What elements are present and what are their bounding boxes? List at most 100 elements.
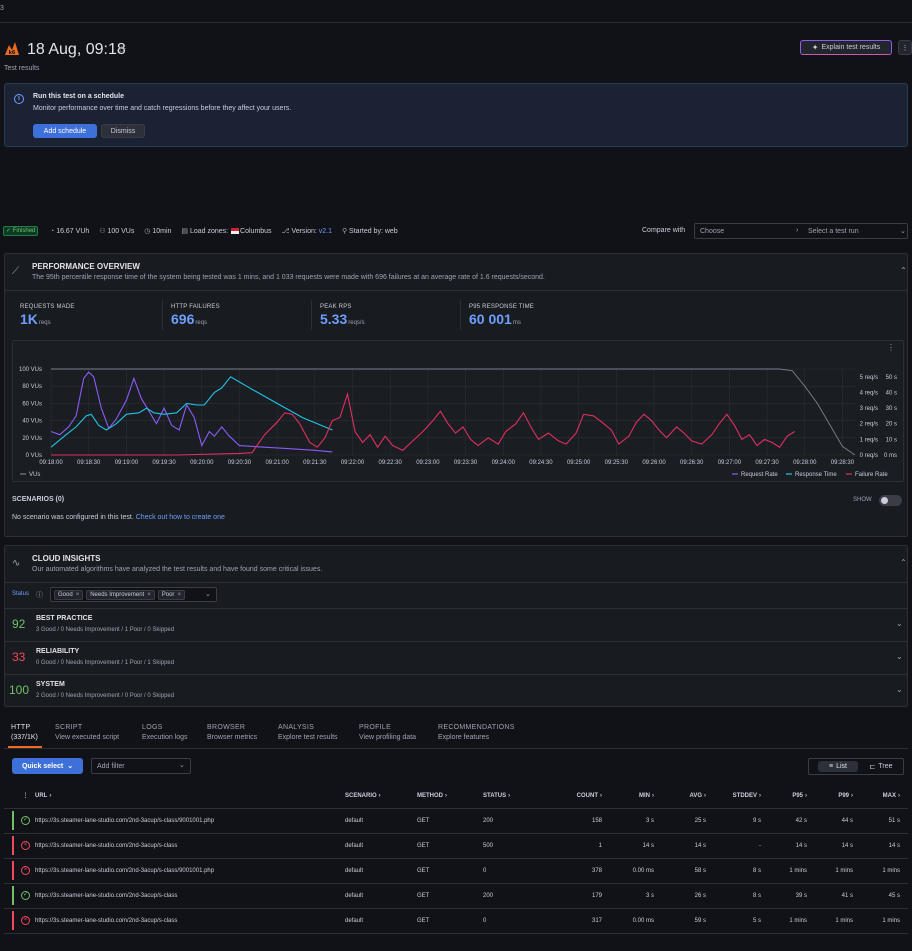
cell-p95: 39 s xyxy=(769,883,815,909)
tab-http[interactable]: HTTP (337/1K) xyxy=(11,724,38,741)
column-header-max[interactable]: MAX › xyxy=(861,784,908,809)
tree-view-button[interactable]: ⊏ Tree xyxy=(861,761,901,772)
y-left-tick-label: 80 VUs xyxy=(22,384,42,390)
tab-analysis[interactable]: ANALYSIS Explore test results xyxy=(278,724,338,741)
column-header-url[interactable]: URL › xyxy=(35,784,345,809)
version-link[interactable]: v2.1 xyxy=(319,228,332,235)
compare-select[interactable]: Choose › Select a test run ⌄ xyxy=(694,223,908,239)
tab-subtitle: Execution logs xyxy=(142,734,188,741)
stat-value-row: 60 001ms xyxy=(469,311,605,327)
tab-recommendations[interactable]: RECOMMENDATIONS Explore features xyxy=(438,724,515,741)
x-circle-icon: × xyxy=(21,866,30,875)
explain-results-label: Explain test results xyxy=(821,44,881,51)
column-header-avg[interactable]: AVG › xyxy=(662,784,714,809)
stat-card: REQUESTS MADE 1Kreqs xyxy=(12,300,157,330)
create-scenario-link[interactable]: Check out how to create one xyxy=(136,514,225,521)
tab-title: HTTP xyxy=(11,724,31,731)
stat-value: 696 xyxy=(171,311,195,327)
filter-chips: Good × Needs Improvement × Poor × xyxy=(54,590,185,600)
x-tick-label: 09:23:30 xyxy=(454,460,478,466)
cell-method: GET xyxy=(417,808,483,834)
cell-url: https://3s.steamer-lane-studio.com/2nd-3… xyxy=(35,858,345,884)
insight-row[interactable]: 92 BEST PRACTICE 3 Good / 0 Needs Improvem… xyxy=(4,608,908,641)
column-header-count[interactable]: COUNT › xyxy=(547,784,610,809)
series-line-vus xyxy=(51,368,856,456)
sort-chevron-icon: › xyxy=(508,792,511,799)
stat-label: HTTP FAILURES xyxy=(171,304,220,310)
insight-row[interactable]: 33 RELIABILITY 0 Good / 0 Needs Improvemen… xyxy=(4,641,908,674)
x-tick-label: 09:25:00 xyxy=(567,460,591,466)
cell-count: 378 xyxy=(547,858,610,884)
column-header-method[interactable]: METHOD › xyxy=(417,784,483,809)
sort-chevron-icon: › xyxy=(898,792,900,799)
column-header-scenario[interactable]: SCENARIO › xyxy=(345,784,417,809)
tab-profile[interactable]: PROFILE View profiling data xyxy=(359,724,416,741)
tab-browser[interactable]: BROWSER Browser metrics xyxy=(207,724,257,741)
stat-value: 5.33 xyxy=(320,311,348,327)
quick-select-button[interactable]: Quick select ⌄ xyxy=(12,758,83,774)
chevron-right-icon: › xyxy=(796,227,799,234)
legend-label[interactable]: Failure Rate xyxy=(855,472,888,478)
explain-results-button[interactable]: ✦ Explain test results xyxy=(800,40,892,55)
tab-subtitle: Explore test results xyxy=(278,734,338,741)
cell-scenario: default xyxy=(345,833,417,859)
help-circle-icon[interactable]: ⓘ xyxy=(36,590,43,600)
started-by: Started by: web xyxy=(349,228,398,235)
tab-subtitle: View executed script xyxy=(55,734,120,741)
legend-label[interactable]: Response Time xyxy=(795,472,837,478)
table-row[interactable]: ✓ https://3s.steamer-lane-studio.com/2nd-… xyxy=(4,883,908,909)
show-scenarios-toggle[interactable] xyxy=(879,495,902,506)
insight-name: BEST PRACTICE xyxy=(36,615,93,622)
legend-label[interactable]: Request Rate xyxy=(741,472,778,478)
cell-method: GET xyxy=(417,858,483,884)
collapse-insights-icon[interactable]: ⌃ xyxy=(900,558,907,567)
stat-unit: ms xyxy=(512,320,521,326)
column-header-status[interactable]: STATUS › xyxy=(483,784,547,809)
cell-status: 0 xyxy=(483,908,547,934)
column-options-icon[interactable]: ⋮ xyxy=(16,784,35,809)
row-status-bar xyxy=(4,833,16,859)
star-icon[interactable]: ☆ xyxy=(117,43,127,56)
insight-row[interactable]: 100 SYSTEM 2 Good / 0 Needs Improvement / … xyxy=(4,674,908,707)
performance-title: PERFORMANCE OVERVIEW xyxy=(32,262,140,271)
remove-chip-icon[interactable]: × xyxy=(177,592,181,598)
banner-title: Run this test on a schedule xyxy=(33,93,125,100)
x-tick-label: 09:28:00 xyxy=(793,460,817,466)
table-row[interactable]: ✓ https://3s.steamer-lane-studio.com/2nd-… xyxy=(4,808,908,834)
add-filter-select[interactable]: Add filter ⌄ xyxy=(91,758,191,774)
remove-chip-icon[interactable]: × xyxy=(147,592,151,598)
table-row[interactable]: × https://3s.steamer-lane-studio.com/2nd-… xyxy=(4,858,908,884)
add-schedule-button[interactable]: Add schedule xyxy=(33,124,97,138)
column-header-label: COUNT xyxy=(576,792,598,799)
column-header-stddev[interactable]: STDDEV › xyxy=(714,784,769,809)
cell-scenario: default xyxy=(345,858,417,884)
table-row[interactable]: × https://3s.steamer-lane-studio.com/2nd-… xyxy=(4,833,908,859)
scenarios-label: SCENARIOS (0) xyxy=(12,496,65,503)
tab-logs[interactable]: LOGS Execution logs xyxy=(142,724,188,741)
cell-p99: 1 mins xyxy=(815,858,861,884)
tab-script[interactable]: SCRIPT View executed script xyxy=(55,724,119,741)
more-options-button[interactable]: ⋮ xyxy=(898,40,912,55)
remove-chip-icon[interactable]: × xyxy=(76,592,80,598)
active-tab-indicator xyxy=(8,746,42,748)
cell-method: GET xyxy=(417,833,483,859)
dismiss-button[interactable]: Dismiss xyxy=(101,124,145,138)
x-tick-label: 09:21:30 xyxy=(303,460,327,466)
status-filter-select[interactable]: Good × Needs Improvement × Poor × ⌄ xyxy=(50,587,217,602)
column-header-p95[interactable]: P95 › xyxy=(769,784,815,809)
cell-p99: 44 s xyxy=(815,808,861,834)
column-header-p99[interactable]: P99 › xyxy=(815,784,861,809)
stat-value-row: 696reqs xyxy=(171,311,307,327)
list-view-button[interactable]: ≡ List xyxy=(818,761,858,772)
cell-p95: 1 mins xyxy=(769,858,815,884)
stat-card: P95 RESPONSE TIME 60 001ms xyxy=(460,300,605,330)
expand-chevron-icon: ⌄ xyxy=(896,685,903,694)
table-row[interactable]: × https://3s.steamer-lane-studio.com/2nd-… xyxy=(4,908,908,934)
legend-label-vus[interactable]: VUs xyxy=(29,472,40,478)
column-header-min[interactable]: MIN › xyxy=(610,784,662,809)
collapse-performance-icon[interactable]: ⌃ xyxy=(900,266,907,275)
row-status-bar xyxy=(4,858,16,884)
x-tick-label: 09:25:30 xyxy=(605,460,629,466)
y-rps-tick-label: 0 req/s xyxy=(860,453,878,459)
filter-chip-label: Needs Improvement xyxy=(90,592,145,598)
